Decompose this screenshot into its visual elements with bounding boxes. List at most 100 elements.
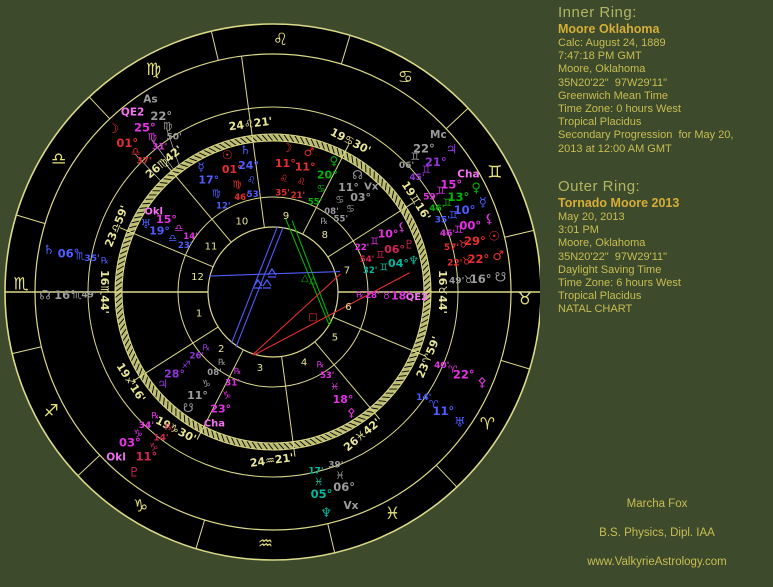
svg-text:54': 54' (360, 255, 374, 265)
zodiac-aquarius: ♒ (258, 534, 273, 554)
svg-text:46': 46' (440, 229, 455, 239)
house-number-9: 9 (283, 211, 289, 222)
svg-text:☊: ☊ (352, 168, 363, 182)
svg-text:05°: 05° (311, 487, 333, 501)
svg-text:40': 40' (434, 361, 449, 371)
house-number-12: 12 (191, 272, 204, 283)
house-number-7: 7 (344, 265, 350, 276)
cusp-label-house-7: 16♉44' (436, 270, 449, 314)
zodiac-pisces: ♓ (385, 504, 400, 524)
svg-text:♊: ♊ (370, 236, 379, 247)
zodiac-capricorn: ♑ (133, 496, 148, 516)
svg-text:♊: ♊ (376, 250, 385, 261)
svg-text:23°: 23° (210, 402, 231, 415)
svg-text:17°: 17° (198, 174, 219, 187)
zodiac-cancer: ♋ (398, 68, 413, 88)
info-line: 3:01 PM (558, 224, 770, 237)
svg-text:☋: ☋ (183, 401, 194, 415)
svg-text:♍: ♍ (233, 179, 242, 190)
zodiac-libra: ♎ (51, 150, 66, 170)
outer-ring-heading: Outer Ring: (558, 178, 770, 195)
svg-text:31': 31' (152, 143, 167, 153)
svg-text:45': 45' (409, 173, 424, 183)
svg-text:♋: ♋ (346, 204, 355, 215)
house-number-5: 5 (332, 333, 338, 344)
outer-ring-details: May 20, 20133:01 PMMoore, Oklahoma35N20'… (558, 211, 770, 317)
svg-text:♆: ♆ (408, 253, 419, 267)
chart-stage: ♏♐♑♒♓♈♉♊♋♌♍♎△△□12345678910111216♏44'19♐1… (0, 0, 773, 587)
svg-text:♐: ♐ (182, 360, 191, 371)
info-line: Calc: August 24, 1889 (558, 37, 770, 50)
svg-text:♓: ♓ (330, 382, 339, 393)
inner-ring-heading: Inner Ring: (558, 4, 770, 21)
svg-text:♓: ♓ (335, 470, 344, 482)
svg-text:08': 08' (207, 368, 221, 378)
zodiac-gemini: ♊ (487, 163, 502, 183)
house-number-11: 11 (205, 241, 218, 252)
svg-text:19°: 19° (149, 225, 170, 238)
svg-text:♊: ♊ (379, 262, 388, 273)
svg-text:♄: ♄ (43, 243, 55, 258)
svg-text:℞: ℞ (203, 343, 211, 353)
svg-text:22': 22' (355, 243, 369, 253)
info-line: Tropical Placidus (558, 290, 770, 303)
svg-text:♎: ♎ (168, 234, 177, 245)
svg-text:06°: 06° (384, 243, 405, 256)
svg-text:♍: ♍ (163, 121, 172, 133)
svg-text:♆: ♆ (320, 506, 332, 521)
svg-text:♌: ♌ (247, 176, 256, 187)
info-line: NATAL CHART (558, 303, 770, 316)
svg-text:53': 53' (320, 371, 334, 381)
svg-text:♄: ♄ (240, 143, 251, 157)
svg-text:Okl: Okl (106, 451, 126, 463)
svg-text:♓: ♓ (314, 477, 323, 489)
cusp-label-house-1: 16♏44' (98, 270, 111, 314)
svg-text:♉: ♉ (458, 239, 467, 251)
credit-degree: B.S. Physics, Dipl. IAA (557, 527, 757, 539)
svg-text:11°: 11° (275, 157, 296, 170)
svg-text:℞: ℞ (320, 217, 328, 227)
svg-text:14': 14' (153, 433, 168, 443)
credit-website: www.ValkyrieAstrology.com (557, 556, 757, 568)
svg-text:♂: ♂ (492, 249, 504, 264)
house-number-8: 8 (322, 230, 328, 241)
svg-text:20°: 20° (317, 169, 338, 182)
house-number-2: 2 (218, 344, 224, 355)
svg-text:℞: ℞ (356, 291, 364, 301)
svg-text:♅: ♅ (454, 415, 466, 430)
outer-ring-info: Outer Ring: Tornado Moore 2013 May 20, 2… (558, 178, 770, 317)
zodiac-sagittarius: ♐ (43, 401, 58, 421)
svg-text:22': 22' (447, 259, 462, 269)
svg-text:♉: ♉ (382, 291, 391, 302)
astrology-biwheel: ♏♐♑♒♓♈♉♊♋♌♍♎△△□12345678910111216♏44'19♐1… (0, 0, 540, 587)
svg-text:☿: ☿ (479, 195, 487, 210)
svg-text:⚸: ⚸ (484, 212, 494, 227)
svg-text:℞: ℞ (101, 256, 109, 266)
svg-text:23': 23' (178, 241, 192, 251)
info-line: Greenwich Mean Time (558, 90, 770, 103)
svg-text:50': 50' (166, 132, 181, 142)
svg-text:55': 55' (334, 215, 348, 225)
info-line: 7:47:18 PM GMT (558, 50, 770, 63)
svg-text:♀: ♀ (471, 181, 481, 196)
svg-text:♌: ♌ (279, 174, 288, 185)
svg-text:☽: ☽ (281, 141, 292, 155)
svg-text:♃: ♃ (446, 143, 458, 158)
svg-text:32': 32' (363, 266, 377, 276)
info-line: 35N20'22" 97W29'11" (558, 251, 770, 264)
svg-text:17': 17' (308, 466, 323, 476)
svg-text:49': 49' (81, 291, 96, 301)
svg-text:♊: ♊ (449, 209, 458, 221)
svg-text:24°: 24° (238, 159, 259, 172)
svg-text:☉: ☉ (488, 229, 500, 244)
svg-text:♈: ♈ (448, 364, 457, 376)
info-line: 2013 at 12:00 AM GMT (558, 143, 770, 156)
info-line: Time Zone: 0 hours West (558, 103, 770, 116)
svg-text:35': 35' (435, 216, 450, 226)
svg-text:Vx: Vx (344, 500, 359, 512)
svg-text:☽: ☽ (107, 122, 119, 137)
svg-text:♑: ♑ (222, 391, 231, 402)
info-line: Time Zone: 6 hours West (558, 277, 770, 290)
svg-text:14': 14' (183, 232, 197, 242)
inner-ring-info: Inner Ring: Moore Oklahoma Calc: August … (558, 4, 770, 156)
